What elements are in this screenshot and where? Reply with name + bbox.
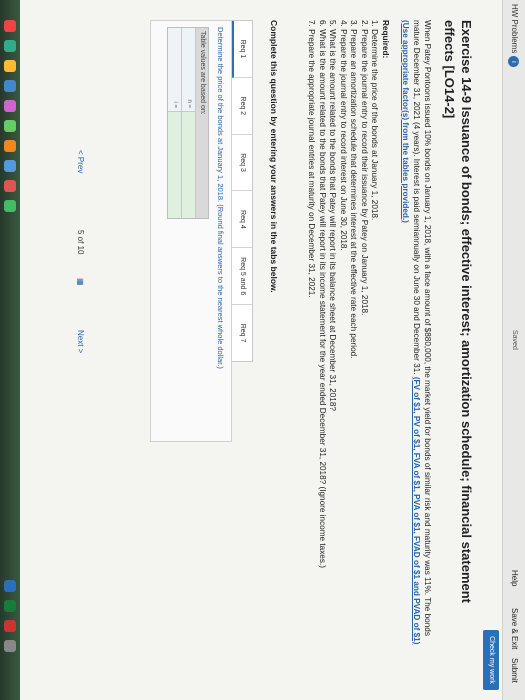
table-row: i =	[168, 28, 182, 218]
n-label: n =	[182, 28, 195, 112]
app-icon[interactable]	[4, 600, 16, 612]
tab-req-7[interactable]: Req 7	[232, 305, 252, 361]
tab-req-1[interactable]: Req 1	[232, 21, 252, 78]
check-my-work-button[interactable]: Check my work	[483, 630, 499, 690]
app-icon[interactable]	[4, 620, 16, 632]
app-icon[interactable]	[4, 120, 16, 132]
req-tabs: Req 1 Req 2 Req 3 Req 4 Req 5 and 6 Req …	[231, 20, 253, 362]
screen: HW Problemsi Saved Help Save & Exit Subm…	[0, 0, 525, 700]
required-item: 4. Prepare the journal entry to record i…	[339, 20, 348, 251]
required-item: 2. Prepare the journal entry to record t…	[360, 20, 369, 316]
save-exit-link[interactable]: Save & Exit	[510, 608, 519, 649]
app-icon[interactable]	[4, 40, 16, 52]
app-icon[interactable]	[4, 20, 16, 32]
n-input[interactable]	[182, 112, 195, 218]
app-icon[interactable]	[4, 60, 16, 72]
required-item: 6. What is the amount related to the bon…	[318, 20, 327, 568]
exercise-title: Exercise 14-9 Issuance of bonds; effecti…	[442, 20, 474, 604]
i-label: i =	[168, 28, 181, 112]
prev-button[interactable]: < Prev	[76, 150, 85, 173]
table-row: n =	[182, 28, 196, 218]
assignment-page: HW Problemsi Saved Help Save & Exit Subm…	[0, 0, 525, 700]
dock	[0, 0, 20, 700]
top-bar: HW Problemsi Saved Help Save & Exit Subm…	[502, 0, 525, 700]
table-values-header: Table values are based on:	[196, 28, 208, 218]
pagination: < Prev 5 of 10 ▦ Next >	[65, 150, 85, 450]
app-icon[interactable]	[4, 80, 16, 92]
app-icon[interactable]	[4, 140, 16, 152]
tab-req-2[interactable]: Req 2	[232, 77, 252, 135]
instruction-text: Complete this question by entering your …	[269, 20, 279, 293]
saved-status: Saved	[511, 330, 518, 350]
submit-link[interactable]: Submit	[510, 658, 519, 683]
tab-req-4[interactable]: Req 4	[232, 191, 252, 249]
grid-icon[interactable]: ▦	[76, 278, 85, 286]
app-icon[interactable]	[4, 100, 16, 112]
required-item: 1. Determine the price of the bonds at J…	[370, 20, 380, 221]
app-icon[interactable]	[4, 580, 16, 592]
tab-req-5-and-6[interactable]: Req 5 and 6	[232, 248, 252, 306]
required-item: 5. What is the amount related to the bon…	[328, 20, 338, 411]
app-icon[interactable]	[4, 180, 16, 192]
app-icon[interactable]	[4, 160, 16, 172]
exercise-description: When Patey Pontoons issued 10% bonds on …	[400, 20, 433, 660]
required-list: Required: 1. Determine the price of the …	[306, 20, 391, 660]
assignment-title: HW Problemsi	[508, 4, 519, 68]
tab-req-3[interactable]: Req 3	[232, 134, 252, 192]
page-count: 5 of 10	[76, 230, 85, 255]
rounding-note: (Round final answers to the nearest whol…	[216, 204, 225, 369]
req-1-panel: Determine the price of the bonds at Janu…	[150, 20, 232, 442]
next-button[interactable]: Next >	[76, 330, 85, 353]
required-item: 7. Prepare the appropriate journal entri…	[307, 20, 317, 298]
app-icon[interactable]	[4, 640, 16, 652]
app-icon[interactable]	[4, 200, 16, 212]
info-icon[interactable]: i	[508, 56, 519, 68]
required-item: 3. Prepare an amortization schedule that…	[349, 20, 359, 359]
help-link[interactable]: Help	[510, 570, 519, 586]
i-input[interactable]	[168, 112, 181, 218]
panel-question: Determine the price of the bonds at Janu…	[216, 27, 225, 369]
required-heading: Required:	[381, 20, 390, 59]
table-values: Table values are based on: n = i =	[167, 27, 209, 219]
